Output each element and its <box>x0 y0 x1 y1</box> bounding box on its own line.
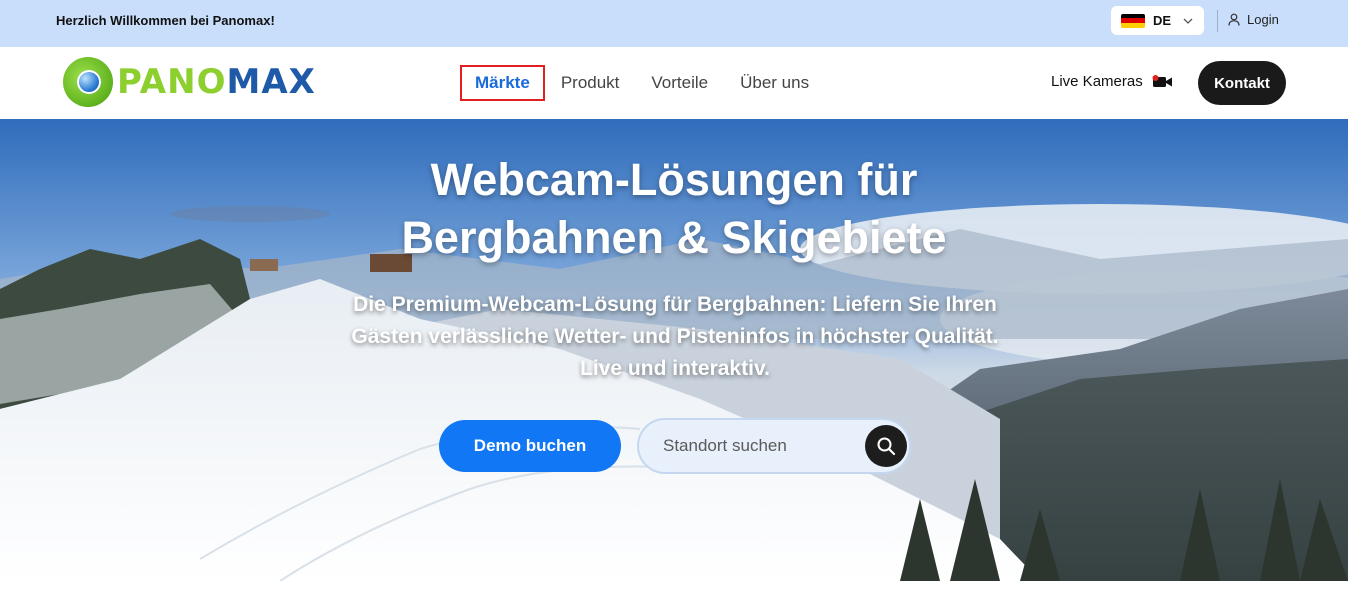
panomax-logo[interactable]: PANOMAX <box>63 57 316 107</box>
topbar-divider <box>1217 10 1218 32</box>
language-selector[interactable]: DE <box>1111 6 1204 35</box>
welcome-message: Herzlich Willkommen bei Panomax! <box>56 13 275 28</box>
search-button[interactable] <box>865 425 907 467</box>
demo-button[interactable]: Demo buchen <box>439 420 621 472</box>
user-icon <box>1228 13 1240 26</box>
top-bar: Herzlich Willkommen bei Panomax! DE Logi… <box>0 0 1348 47</box>
hero-title-line-1: Webcam-Lösungen für <box>430 154 918 205</box>
hero-subtitle-line-2: Gästen verlässliche Wetter- und Pistenin… <box>351 325 999 348</box>
hero-subtitle-line-1: Die Premium-Webcam-Lösung für Bergbahnen… <box>353 293 997 316</box>
video-camera-icon <box>1152 74 1172 87</box>
logo-wordmark: PANOMAX <box>117 62 316 102</box>
nav-link-vorteile[interactable]: Vorteile <box>651 73 708 93</box>
nav-link-maerkte[interactable]: Märkte <box>460 65 545 101</box>
hero-subtitle-line-3: Live und interaktiv. <box>580 357 770 380</box>
nav-link-produkt[interactable]: Produkt <box>561 73 620 93</box>
search-icon <box>877 437 896 456</box>
location-search-input[interactable] <box>663 435 863 457</box>
login-label: Login <box>1247 12 1279 27</box>
hero-title-line-2: Bergbahnen & Skigebiete <box>401 212 947 263</box>
nav-links: Märkte Produkt Vorteile Über uns <box>460 65 841 101</box>
contact-button[interactable]: Kontakt <box>1198 61 1286 105</box>
live-cameras-link[interactable]: Live Kameras <box>1051 73 1174 90</box>
hero-subtitle: Die Premium-Webcam-Lösung für Bergbahnen… <box>290 289 1060 385</box>
chevron-down-icon <box>1183 18 1193 24</box>
hero-section: Webcam-Lösungen für Bergbahnen & Skigebi… <box>0 119 1348 581</box>
live-cameras-label: Live Kameras <box>1051 73 1143 90</box>
language-code: DE <box>1153 13 1172 28</box>
germany-flag-icon <box>1121 13 1145 28</box>
login-link[interactable]: Login <box>1228 12 1279 27</box>
logo-eye-icon <box>63 57 113 107</box>
main-navigation: PANOMAX Märkte Produkt Vorteile Über uns… <box>0 47 1348 119</box>
nav-link-ueber-uns[interactable]: Über uns <box>740 73 809 93</box>
hero-title: Webcam-Lösungen für Bergbahnen & Skigebi… <box>0 151 1348 267</box>
location-search <box>637 418 911 474</box>
